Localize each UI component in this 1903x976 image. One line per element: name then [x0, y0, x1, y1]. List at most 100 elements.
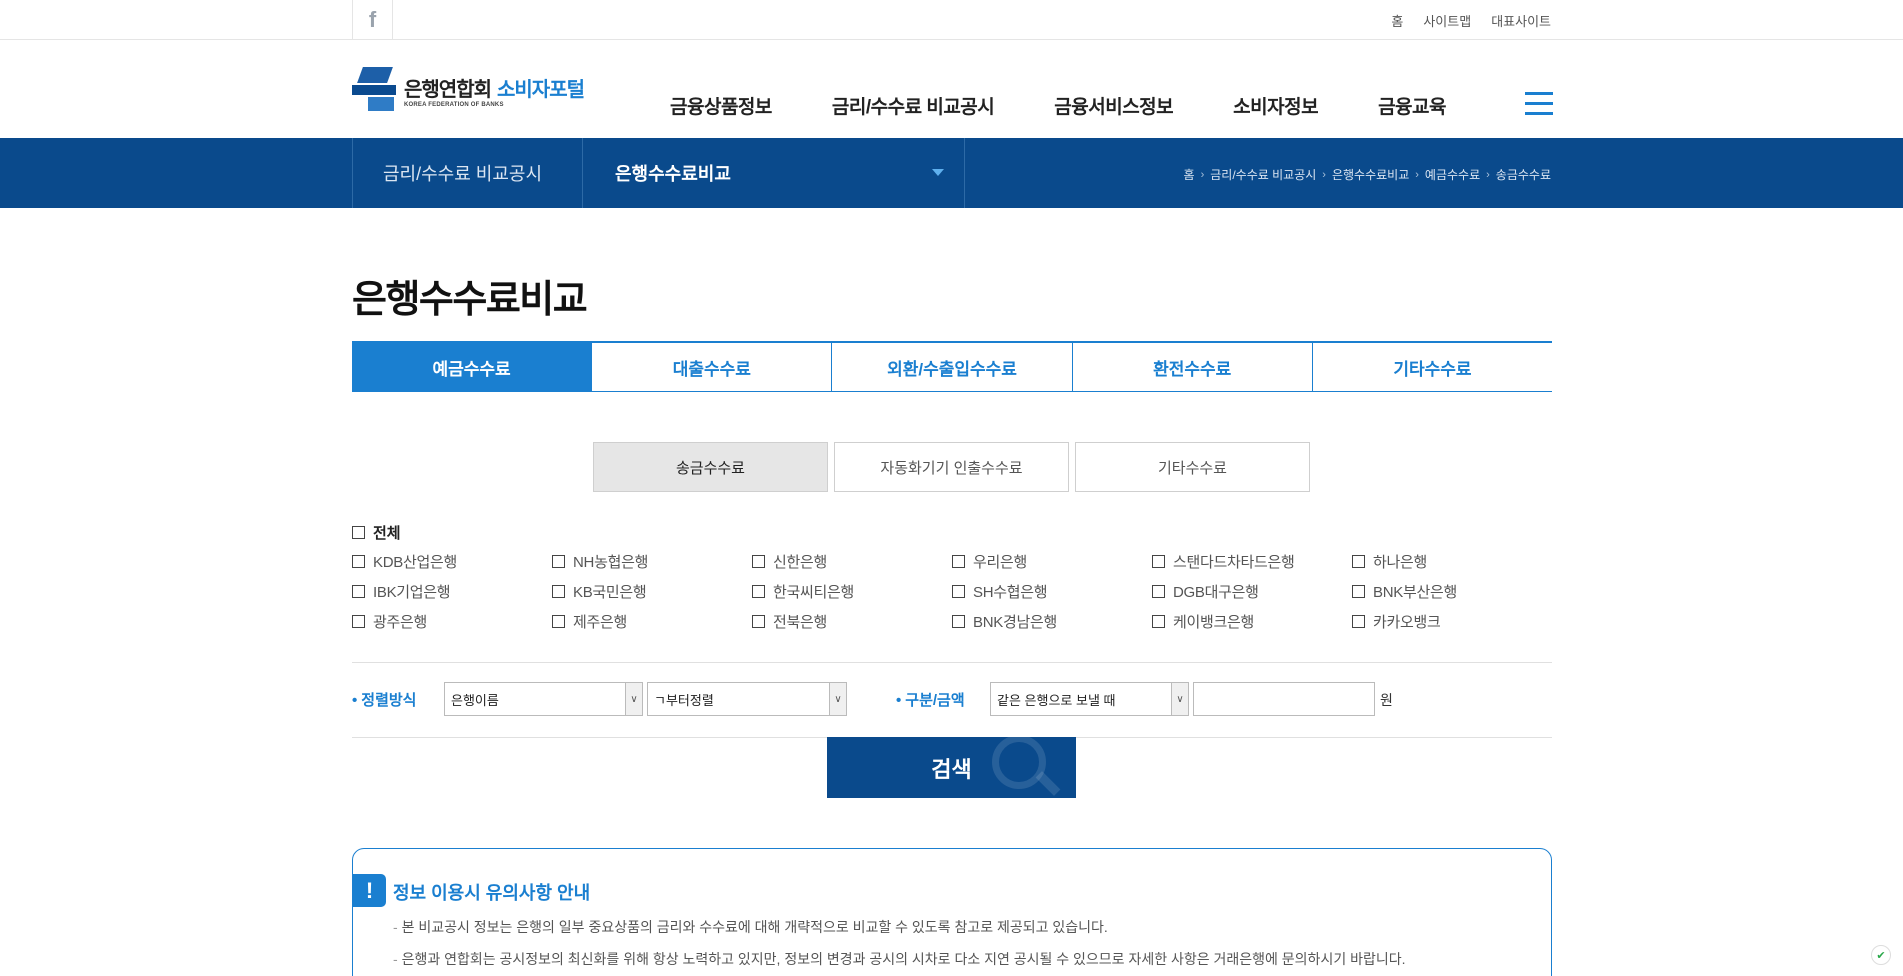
tab-other-fee[interactable]: 기타수수료	[1311, 343, 1552, 391]
sort-by-select[interactable]: 은행이름 ∨	[444, 682, 643, 716]
bank-checkbox[interactable]: KDB산업은행	[352, 552, 552, 571]
bank-name: IBK기업은행	[373, 584, 451, 601]
checkbox-icon[interactable]	[1152, 615, 1165, 628]
checkbox-icon[interactable]	[352, 585, 365, 598]
notice-title: 정보 이용시 유의사항 안내	[393, 883, 591, 903]
checkbox-icon[interactable]	[1152, 585, 1165, 598]
checkbox-icon[interactable]	[752, 555, 765, 568]
bank-name: DGB대구은행	[1173, 584, 1259, 601]
select-all-checkbox[interactable]: 전체	[352, 522, 401, 543]
bank-name: 신한은행	[773, 554, 828, 571]
checkbox-icon[interactable]	[1352, 615, 1365, 628]
bank-name: 한국씨티은행	[773, 584, 855, 601]
divider	[352, 662, 1552, 663]
checkbox-icon[interactable]	[952, 615, 965, 628]
nav-item-education[interactable]: 금융교육	[1378, 92, 1446, 119]
facebook-icon[interactable]: f	[352, 0, 393, 40]
menu-icon[interactable]	[1525, 92, 1553, 116]
bank-checkbox[interactable]: 광주은행	[352, 612, 552, 631]
chevron-down-icon: ∨	[829, 683, 846, 715]
checkbox-icon[interactable]	[552, 555, 565, 568]
checkbox-icon[interactable]	[952, 585, 965, 598]
transfer-type-select[interactable]: 같은 은행으로 보낼 때 ∨	[990, 682, 1189, 716]
bank-checkbox[interactable]: DGB대구은행	[1152, 582, 1352, 601]
chevron-down-icon: ∨	[1171, 683, 1188, 715]
bank-checkbox[interactable]: NH농협은행	[552, 552, 752, 571]
tab-exchange-fee[interactable]: 환전수수료	[1071, 343, 1312, 391]
caret-down-icon	[932, 169, 944, 176]
search-button-label: 검색	[931, 756, 972, 782]
magnifier-handle-icon	[1035, 771, 1061, 796]
bank-checkbox[interactable]: 스탠다드차타드은행	[1152, 552, 1352, 571]
breadcrumb-item[interactable]: 은행수수료비교	[1332, 166, 1409, 183]
checkbox-icon[interactable]	[352, 526, 365, 539]
bank-checkbox[interactable]: 케이뱅크은행	[1152, 612, 1352, 631]
bank-checkbox[interactable]: 신한은행	[752, 552, 952, 571]
breadcrumb-item[interactable]: 예금수수료	[1425, 166, 1480, 183]
amount-input[interactable]	[1193, 682, 1375, 716]
checkbox-icon[interactable]	[352, 555, 365, 568]
bank-name: KB국민은행	[573, 584, 647, 601]
depth2-label: 은행수수료비교	[615, 164, 731, 184]
bank-checkbox[interactable]: SH수협은행	[952, 582, 1152, 601]
checkbox-icon[interactable]	[1352, 555, 1365, 568]
notice-line: 본 비교공시 정보는 은행의 일부 중요상품의 금리와 수수료에 대해 개략적으…	[393, 917, 1108, 937]
logo-mark-icon	[352, 67, 398, 113]
nav-item-services[interactable]: 금융서비스정보	[1054, 92, 1173, 119]
nav-item-rates[interactable]: 금리/수수료 비교공시	[832, 92, 995, 119]
checkbox-icon[interactable]	[752, 615, 765, 628]
checkbox-icon[interactable]	[552, 585, 565, 598]
bank-checkbox[interactable]: 전북은행	[752, 612, 952, 631]
type-amount-label: 구분/금액	[896, 689, 964, 710]
utility-bar: f 홈 사이트맵 대표사이트	[0, 0, 1903, 40]
breadcrumb-item[interactable]: 홈	[1184, 166, 1195, 183]
depth2-menu[interactable]: 은행수수료비교	[583, 138, 965, 208]
bank-checkbox[interactable]: KB국민은행	[552, 582, 752, 601]
home-link[interactable]: 홈	[1391, 11, 1403, 30]
nav-item-products[interactable]: 금융상품정보	[670, 92, 772, 119]
checkbox-icon[interactable]	[352, 615, 365, 628]
bank-checkbox[interactable]: 하나은행	[1352, 552, 1552, 571]
subtab-transfer-fee[interactable]: 송금수수료	[593, 442, 828, 492]
bank-name: 케이뱅크은행	[1173, 614, 1255, 631]
breadcrumb-item[interactable]: 금리/수수료 비교공시	[1210, 166, 1316, 183]
tab-forex-fee[interactable]: 외환/수출입수수료	[831, 343, 1071, 391]
bank-name: 제주은행	[573, 614, 628, 631]
bank-checkbox[interactable]: 우리은행	[952, 552, 1152, 571]
breadcrumb: 홈 › 금리/수수료 비교공시 › 은행수수료비교 › 예금수수료 › 송금수수…	[1184, 166, 1551, 183]
main-site-link[interactable]: 대표사이트	[1491, 11, 1551, 30]
bank-checkbox[interactable]: 카카오뱅크	[1352, 612, 1552, 631]
bank-checkbox[interactable]: BNK부산은행	[1352, 582, 1552, 601]
bank-checkbox[interactable]: 제주은행	[552, 612, 752, 631]
checkbox-icon[interactable]	[752, 585, 765, 598]
logo-name: 은행연합회	[404, 78, 492, 101]
checkbox-icon[interactable]	[552, 615, 565, 628]
fee-category-tabs: 예금수수료 대출수수료 외환/수출입수수료 환전수수료 기타수수료	[352, 341, 1552, 392]
page-title: 은행수수료비교	[352, 279, 588, 321]
currency-unit: 원	[1380, 692, 1393, 708]
tab-deposit-fee[interactable]: 예금수수료	[352, 343, 592, 391]
shield-icon[interactable]: ✔	[1871, 945, 1891, 965]
checkbox-icon[interactable]	[1352, 585, 1365, 598]
fee-subtype-tabs: 송금수수료 자동화기기 인출수수료 기타수수료	[593, 442, 1310, 492]
chevron-down-icon: ∨	[625, 683, 642, 715]
tab-loan-fee[interactable]: 대출수수료	[591, 343, 831, 391]
main-nav: 금융상품정보 금리/수수료 비교공시 금융서비스정보 소비자정보 금융교육	[670, 92, 1506, 119]
bank-checkbox[interactable]: IBK기업은행	[352, 582, 552, 601]
bank-checkbox[interactable]: 한국씨티은행	[752, 582, 952, 601]
sitemap-link[interactable]: 사이트맵	[1423, 11, 1471, 30]
nav-item-consumer[interactable]: 소비자정보	[1233, 92, 1318, 119]
depth1-menu[interactable]: 금리/수수료 비교공시	[352, 138, 583, 208]
sort-order-select[interactable]: ㄱ부터정렬 ∨	[647, 682, 847, 716]
subtab-other-fee[interactable]: 기타수수료	[1075, 442, 1310, 492]
checkbox-icon[interactable]	[952, 555, 965, 568]
subtab-atm-fee[interactable]: 자동화기기 인출수수료	[834, 442, 1069, 492]
logo[interactable]: 은행연합회 소비자포털 KOREA FEDERATION OF BANKS	[352, 60, 612, 120]
chevron-right-icon: ›	[1200, 168, 1205, 181]
sort-by-value: 은행이름	[451, 692, 499, 708]
bank-checkbox[interactable]: BNK경남은행	[952, 612, 1152, 631]
sub-nav-bar: 금리/수수료 비교공시 은행수수료비교 홈 › 금리/수수료 비교공시 › 은행…	[0, 138, 1903, 208]
checkbox-icon[interactable]	[1152, 555, 1165, 568]
search-button[interactable]: 검색	[827, 737, 1076, 798]
sort-order-value: ㄱ부터정렬	[654, 692, 714, 708]
